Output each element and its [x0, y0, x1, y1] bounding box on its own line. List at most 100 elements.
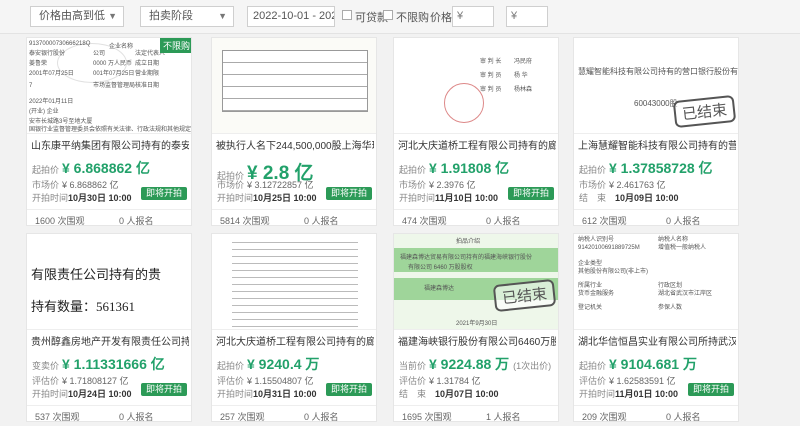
- document-text: 核准日期: [135, 83, 160, 89]
- no-limit-badge: 不限购: [159, 38, 191, 53]
- coming-soon-button[interactable]: 即将开拍: [325, 383, 372, 396]
- time-value: 10月25日 10:00: [253, 193, 317, 203]
- card-footer: 537 次围观 0 人报名: [27, 405, 191, 421]
- document-text: 安市长城路3号至地大厦: [29, 119, 93, 125]
- estimate-row: 市场价 ¥ 6.868862 亿: [32, 178, 119, 191]
- price-label: 起拍价: [217, 361, 245, 371]
- estimate-row: 评估价 ¥ 1.15504807 亿: [217, 374, 314, 387]
- auction-title[interactable]: 河北大庆道桥工程有限公司持有的廊坊银...: [398, 137, 556, 152]
- document-text: 姜鲁荣: [29, 61, 48, 67]
- price-amount: ¥ 9104.681 万: [609, 356, 697, 372]
- price-label: 起拍价: [579, 361, 607, 371]
- card-footer: 1600 次围观 0 人报名: [27, 209, 191, 226]
- auction-thumbnail[interactable]: [212, 234, 376, 330]
- document-table: [222, 50, 368, 112]
- price-label: 起拍价: [32, 165, 60, 175]
- coming-soon-button[interactable]: 即将开拍: [325, 187, 372, 200]
- stage-select[interactable]: 拍卖阶段 ▼: [140, 6, 234, 27]
- auction-card[interactable]: 纳税人识别号 纳税人名称 914201006918​89725M 增值税一般纳税人 企业…: [573, 233, 739, 422]
- estimate-label: 市场价: [217, 180, 245, 190]
- auction-card[interactable]: 拍品介绍 福建森博达贸易有限公司持有的福建海峡银行股份 有限公司 6460 万股股权…: [393, 233, 559, 422]
- card-footer: 257 次围观 0 人报名: [212, 405, 376, 421]
- sort-select[interactable]: 价格由高到低 ▼: [30, 6, 124, 27]
- card-footer: 474 次围观 0 人报名: [394, 209, 558, 226]
- views-count: 1695 次围观: [402, 412, 452, 422]
- signup-count: 0 人报名: [486, 216, 521, 226]
- auction-card[interactable]: 河北大庆道桥工程有限公司持有的廊坊... 起拍价¥ 9240.4 万评估价¥ 1.…: [211, 233, 377, 422]
- time-label: 结 束: [399, 389, 427, 399]
- price-row: 变卖价 ¥ 1.11331666 亿: [32, 354, 165, 374]
- auction-thumbnail[interactable]: 慧耀智能科技有限公司持有的营口银行股份有限公司 60043000股已结束: [574, 38, 738, 134]
- auction-title[interactable]: 被执行人名下244,500,000股上海华瑞...: [216, 137, 374, 152]
- no-limit-checkbox[interactable]: [383, 10, 393, 20]
- auction-thumbnail[interactable]: 91370000730666218Q 企业名称 泰安银行股份 公司 法定代表人 姜鲁荣 00…: [27, 38, 191, 134]
- document-text: 7: [29, 83, 33, 89]
- estimate-value: ¥ 6.868862 亿: [62, 180, 119, 190]
- auction-thumbnail[interactable]: 审 判 长冯民府审 判 员杨 华审 判 员杨林森: [394, 38, 558, 134]
- signup-count: 0 人报名: [666, 216, 701, 226]
- document-text: 行政区划: [658, 283, 683, 289]
- card-footer: 5814 次围观 0 人报名: [212, 209, 376, 226]
- estimate-label: 评估价: [579, 376, 607, 386]
- document-text: 审 判 长: [480, 59, 502, 65]
- document-text: 湖北省武汉市江岸区: [658, 291, 713, 297]
- estimate-value: ¥ 2.3976 亿: [429, 180, 476, 190]
- time-label: 开拍时间: [217, 193, 254, 203]
- document-text: 审 判 员: [480, 73, 502, 79]
- can-loan-checkbox[interactable]: [342, 10, 352, 20]
- document-text: 所属行业: [578, 283, 603, 289]
- card-footer: 612 次围观 0 人报名: [574, 209, 738, 226]
- auction-card[interactable]: 审 判 长冯民府审 判 员杨 华审 判 员杨林森河北大庆道桥工程有限公司持有的廊…: [393, 37, 559, 226]
- time-label: 开拍时间: [217, 389, 254, 399]
- auction-thumbnail[interactable]: 拍品介绍 福建森博达贸易有限公司持有的福建海峡银行股份 有限公司 6460 万股股权…: [394, 234, 558, 330]
- price-row: 起拍价 ¥ 9240.4 万: [217, 354, 319, 374]
- price-label: 起拍价: [579, 165, 607, 175]
- document-text: 福建森博达: [424, 286, 455, 292]
- time-row: 开拍时间10月31日 10:00: [217, 387, 317, 400]
- price-value: ¥ 1.37858728 亿: [609, 160, 713, 176]
- estimate-label: 评估价: [217, 376, 245, 386]
- estimate-value: ¥ 1.62583591 亿: [609, 376, 676, 386]
- views-count: 5814 次围观: [220, 216, 270, 226]
- document-text: 企业类型: [578, 261, 603, 267]
- document-text: 冯民府: [514, 59, 533, 65]
- auction-thumbnail[interactable]: [212, 38, 376, 134]
- time-row: 结 束 10月09日 10:00: [579, 191, 679, 204]
- estimate-value: ¥ 3.12722857 亿: [247, 180, 314, 190]
- stage-select-value: 拍卖阶段: [149, 10, 193, 22]
- price-row: 起拍价 ¥ 6.868862 亿: [32, 158, 150, 178]
- coming-soon-button[interactable]: 即将开拍: [507, 187, 554, 200]
- date-range-input[interactable]: 2022-10-01 - 2022-11-: [247, 6, 335, 27]
- card-footer: 209 次围观 0 人报名: [574, 405, 738, 422]
- auction-thumbnail[interactable]: 纳税人识别号 纳税人名称 914201006918​89725M 增值税一般纳税人 企业…: [574, 234, 738, 330]
- views-count: 209 次围观: [582, 412, 627, 422]
- auction-title[interactable]: 福建海峡银行股份有限公司6460万股股...: [398, 333, 556, 348]
- auction-title[interactable]: 上海慧耀智能科技有限公司持有的营口...: [578, 137, 736, 152]
- auction-card[interactable]: 91370000730666218Q 企业名称 泰安银行股份 公司 法定代表人 姜鲁荣 00…: [26, 37, 192, 226]
- estimate-row: 市场价 ¥ 3.12722857 亿: [217, 178, 314, 191]
- views-count: 1600 次围观: [35, 216, 85, 226]
- time-value: 10月31日 10:00: [253, 389, 317, 399]
- estimate-row: 评估价 ¥ 1.31784 亿: [399, 374, 481, 387]
- time-value: 10月09日 10:00: [615, 193, 679, 203]
- coming-soon-button[interactable]: 即将开拍: [687, 383, 734, 396]
- auction-card[interactable]: 有限责任公司持有的贵持有数量：561361 贵州醇鑫房地产开发有限责任公司持有..…: [26, 233, 192, 422]
- coming-soon-button[interactable]: 即将开拍: [140, 383, 187, 396]
- auction-thumbnail[interactable]: 有限责任公司持有的贵 持有数量：561361: [27, 234, 191, 330]
- estimate-label: 评估价: [399, 376, 427, 386]
- auction-title[interactable]: 河北大庆道桥工程有限公司持有的廊坊...: [216, 333, 374, 348]
- auction-title[interactable]: 湖北华信恒昌实业有限公司所持武汉农...: [578, 333, 736, 348]
- coming-soon-button[interactable]: 即将开拍: [140, 187, 187, 200]
- price-value: ¥ 6.868862 亿: [62, 160, 150, 176]
- price-min-input[interactable]: ¥: [452, 6, 494, 27]
- document-text: 杨林森: [514, 87, 533, 93]
- stamp-icon: [57, 43, 127, 83]
- auction-title[interactable]: 贵州醇鑫房地产开发有限责任公司持有...: [31, 333, 189, 348]
- auction-title[interactable]: 山东康平纳集团有限公司持有的泰安银...: [31, 137, 189, 152]
- price-value: ¥ 1.11331666 亿: [62, 356, 165, 372]
- price-amount: ¥ 6.868862 亿: [62, 160, 150, 176]
- estimate-label: 评估价: [32, 376, 60, 386]
- auction-card[interactable]: 被执行人名下244,500,000股上海华瑞... 起拍价 ¥ 2.8 亿市场价 ¥ …: [211, 37, 377, 226]
- auction-card[interactable]: 慧耀智能科技有限公司持有的营口银行股份有限公司 60043000股已结束上海慧耀智…: [573, 37, 739, 226]
- price-max-input[interactable]: ¥: [506, 6, 548, 27]
